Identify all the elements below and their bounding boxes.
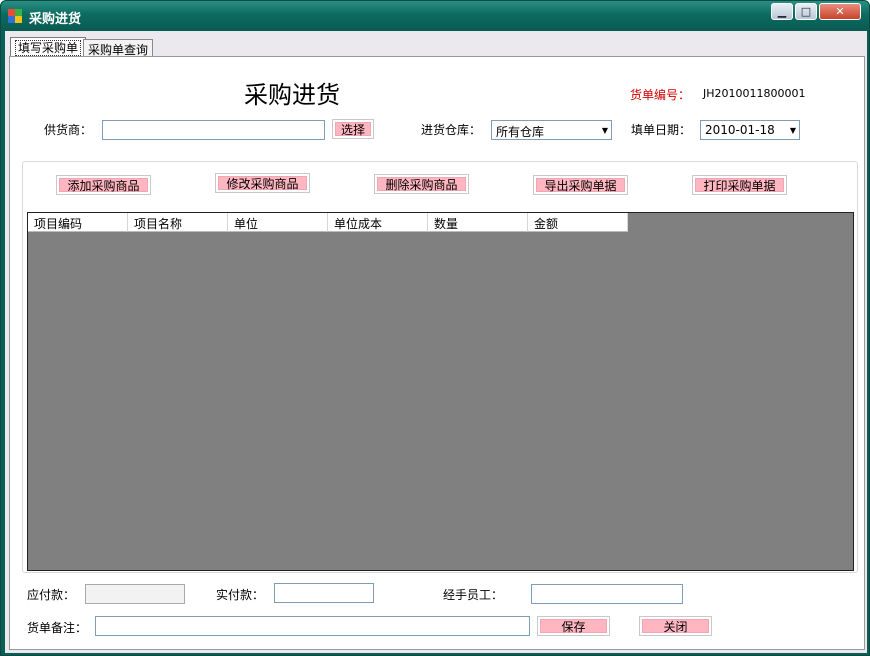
column-header[interactable]: 数量	[428, 213, 528, 232]
client-area: 填写采购单 采购单查询 采购进货 货单编号： JH2010011800001 供…	[5, 31, 867, 653]
tab-fill-order-label: 填写采购单	[15, 40, 82, 56]
delete-item-label: 删除采购商品	[377, 177, 466, 192]
save-button[interactable]: 保存	[537, 616, 610, 636]
order-number-label: 货单编号：	[630, 88, 691, 102]
app-window: 采购进货 ▁ □ ✕ 填写采购单 采购单查询 采购进货 货单编号： JH2010…	[0, 0, 870, 656]
close-button[interactable]: 关闭	[639, 616, 712, 636]
select-supplier-label: 选择	[335, 122, 371, 137]
page-title: 采购进货	[244, 81, 340, 109]
export-order-label: 导出采购单据	[536, 178, 625, 193]
chevron-down-icon: ▼	[601, 126, 608, 135]
supplier-label: 供货商：	[44, 123, 93, 137]
print-order-label: 打印采购单据	[695, 178, 784, 193]
date-value: 2010-01-18	[705, 123, 775, 137]
warehouse-select[interactable]: 所有仓库 ▼	[491, 120, 612, 140]
payable-label: 应付款：	[27, 588, 76, 602]
column-header[interactable]: 单位成本	[328, 213, 428, 232]
column-header[interactable]: 单位	[228, 213, 328, 232]
delete-item-button[interactable]: 删除采购商品	[374, 174, 469, 194]
tab-order-query-label: 采购单查询	[88, 43, 149, 57]
order-number-value: JH2010011800001	[703, 87, 806, 100]
tab-panel: 采购进货 货单编号： JH2010011800001 供货商： 选择 进货仓库：…	[9, 56, 865, 650]
maximize-button[interactable]: □	[795, 3, 817, 20]
handler-label: 经手员工：	[443, 588, 504, 602]
minimize-button[interactable]: ▁	[771, 3, 793, 20]
tab-fill-order[interactable]: 填写采购单	[10, 37, 87, 57]
edit-item-label: 修改采购商品	[218, 176, 307, 191]
payable-field	[85, 584, 185, 604]
remark-label: 货单备注：	[27, 621, 88, 635]
order-items-table[interactable]: 项目编码 项目名称 单位 单位成本 数量 金额	[27, 212, 854, 571]
chevron-down-icon: ▼	[789, 126, 796, 135]
add-item-button[interactable]: 添加采购商品	[56, 175, 151, 195]
order-items-group: 添加采购商品 修改采购商品 删除采购商品 导出采购单据 打印采购单据 项目编码 …	[22, 161, 858, 573]
minimize-icon: ▁	[777, 5, 787, 18]
maximize-icon: □	[800, 5, 812, 18]
save-label: 保存	[540, 619, 607, 634]
app-icon	[8, 9, 22, 23]
column-header[interactable]: 项目编码	[28, 213, 128, 232]
warehouse-label: 进货仓库：	[421, 123, 482, 137]
remark-input[interactable]	[95, 616, 530, 636]
paid-input[interactable]	[274, 583, 374, 603]
close-label: 关闭	[642, 619, 709, 634]
edit-item-button[interactable]: 修改采购商品	[215, 173, 310, 193]
column-header[interactable]: 金额	[528, 213, 628, 232]
add-item-label: 添加采购商品	[59, 178, 148, 193]
close-window-button[interactable]: ✕	[819, 3, 861, 20]
close-icon: ✕	[835, 5, 845, 18]
window-title: 采购进货	[29, 12, 82, 27]
date-picker[interactable]: 2010-01-18 ▼	[700, 120, 800, 140]
title-bar[interactable]: 采购进货 ▁ □ ✕	[1, 1, 869, 31]
tab-order-query[interactable]: 采购单查询	[83, 39, 154, 57]
handler-input[interactable]	[531, 584, 683, 604]
date-label: 填单日期：	[631, 123, 692, 137]
warehouse-value: 所有仓库	[496, 125, 545, 139]
select-supplier-button[interactable]: 选择	[332, 119, 374, 139]
paid-label: 实付款：	[216, 588, 265, 602]
export-order-button[interactable]: 导出采购单据	[533, 175, 628, 195]
supplier-input[interactable]	[102, 120, 325, 140]
column-header[interactable]: 项目名称	[128, 213, 228, 232]
print-order-button[interactable]: 打印采购单据	[692, 175, 787, 195]
